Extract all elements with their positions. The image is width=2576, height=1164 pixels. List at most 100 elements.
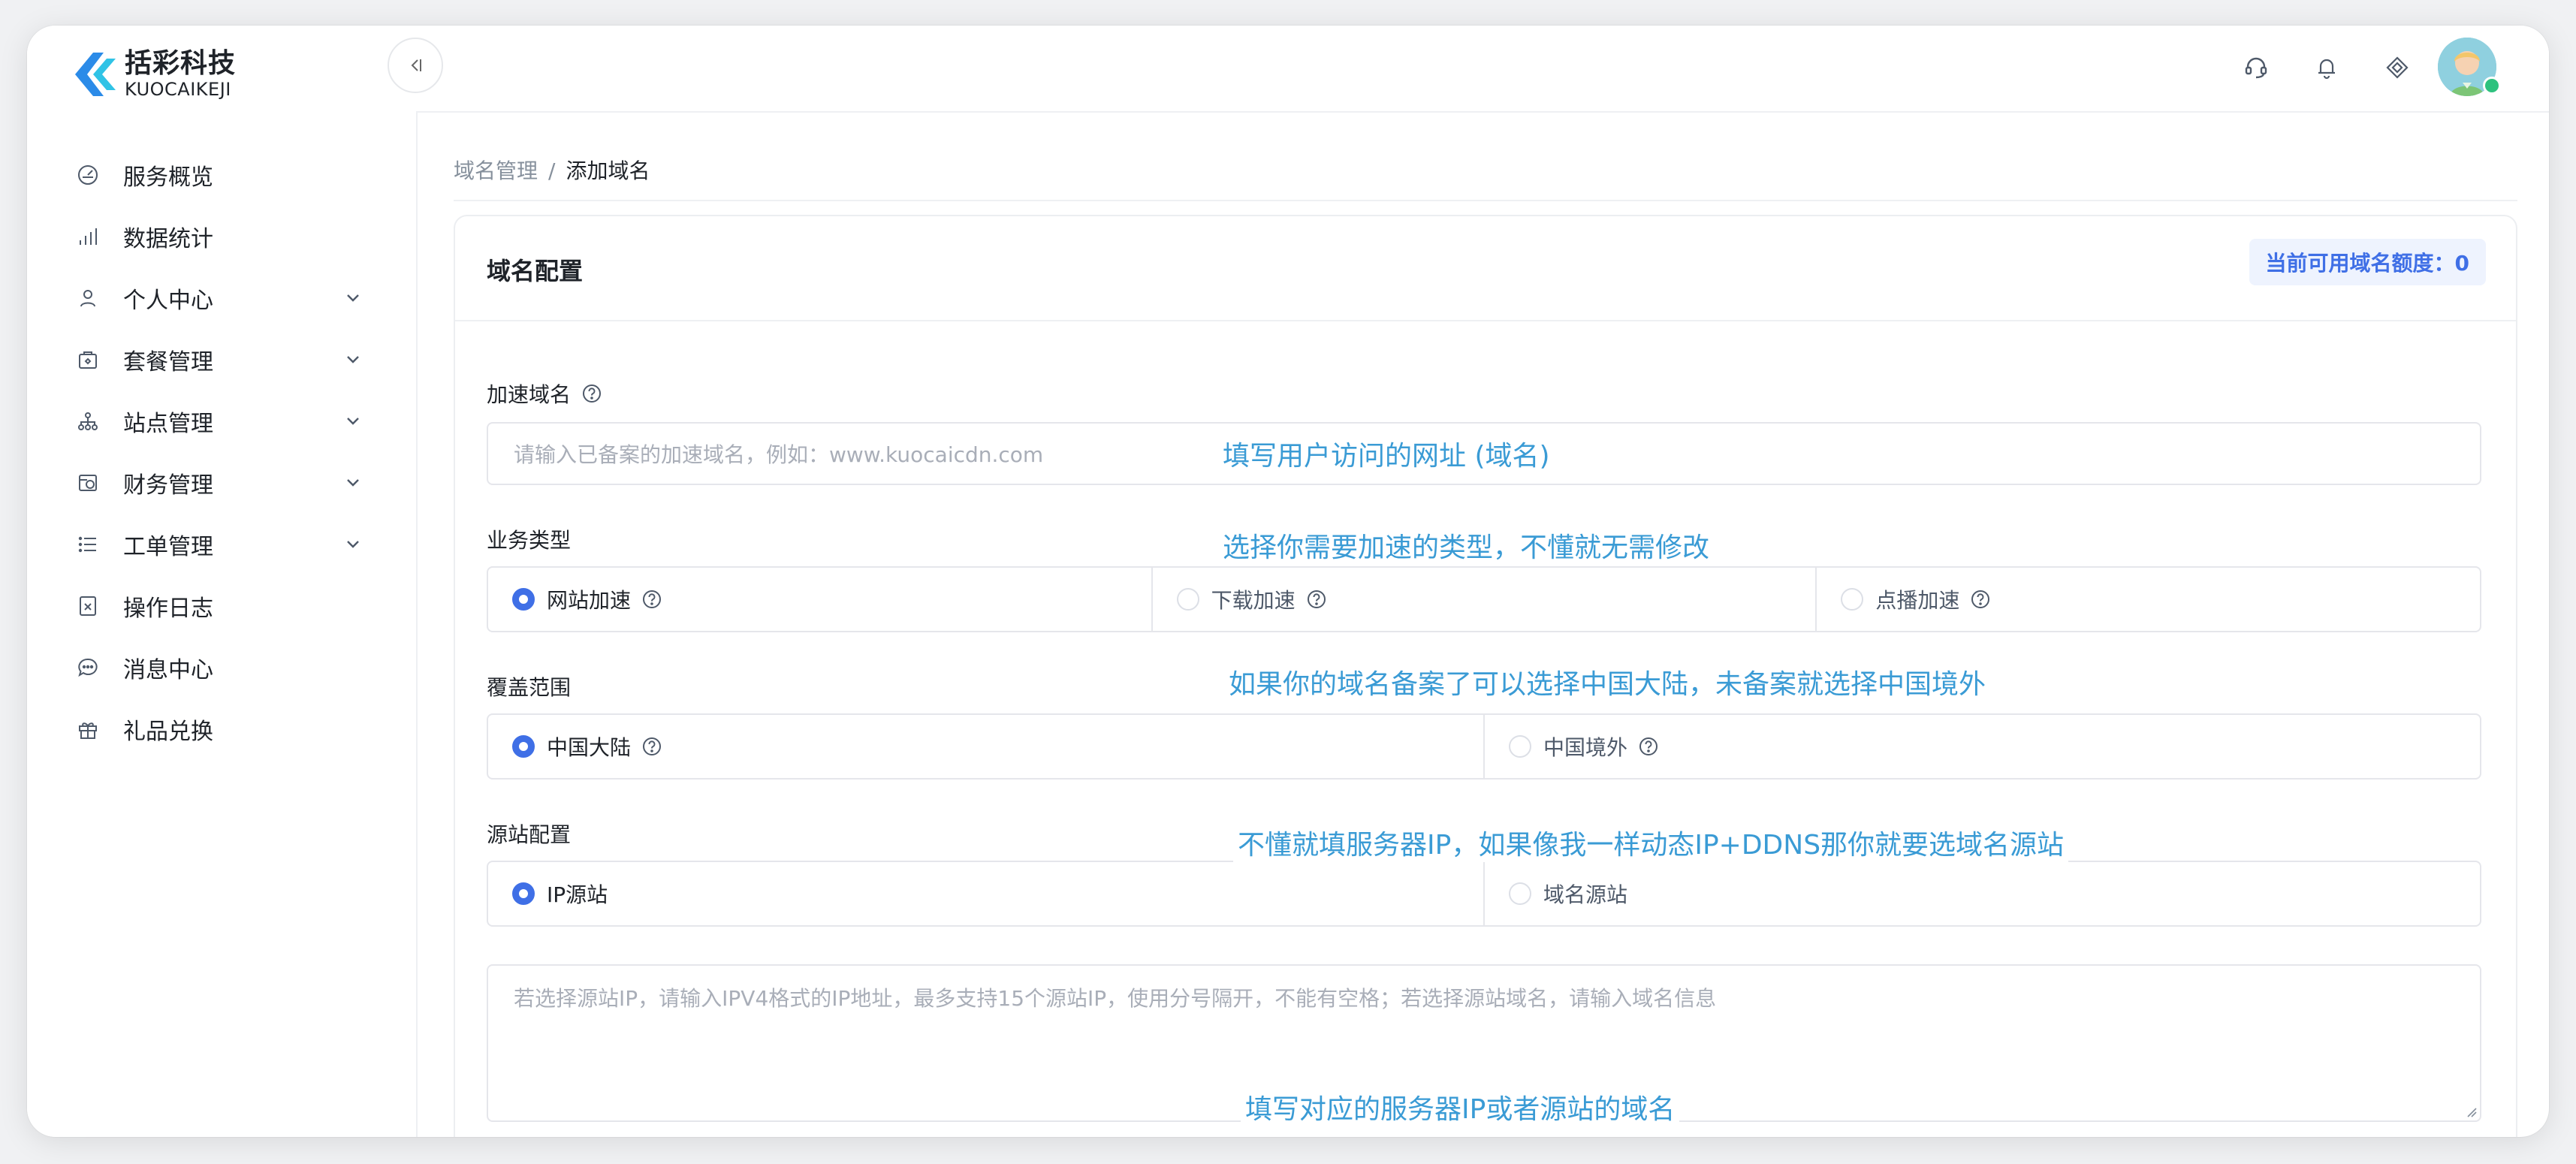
brand-name-en: KUOCAIKEJI: [125, 79, 231, 100]
sidebar-item-packages[interactable]: 套餐管理: [27, 329, 416, 391]
radio-vod-acceleration[interactable]: 点播加速: [1817, 568, 2480, 631]
chevron-down-icon: [347, 418, 359, 425]
sidebar-item-label: 个人中心: [123, 288, 213, 314]
breadcrumb: 域名管理 / 添加域名: [454, 155, 650, 185]
field-label-text: 加速域名: [487, 382, 572, 407]
sidebar-item-label: 操作日志: [123, 596, 213, 622]
support-icon[interactable]: [2241, 53, 2271, 83]
chevron-down-icon: [347, 356, 359, 363]
radio-selected-dot: [512, 735, 535, 758]
domain-config-card: 域名配置 当前可用域名额度：0 加速域名 请输入已备案的加速域名，例如：www.…: [454, 215, 2517, 1137]
radio-label: 中国境外: [1543, 735, 1628, 760]
field-label-text: 业务类型: [487, 528, 572, 553]
breadcrumb-parent[interactable]: 域名管理: [454, 158, 538, 183]
origin-radio-group: IP源站 域名源站: [487, 861, 2481, 927]
radio-unselected-dot: [1509, 882, 1531, 905]
sidebar-item-profile[interactable]: 个人中心: [27, 267, 416, 329]
chevron-down-icon: [347, 294, 359, 302]
message-icon: [75, 655, 101, 680]
gift-icon: [75, 716, 101, 742]
sidebar-item-label: 数据统计: [123, 226, 213, 252]
radio-unselected-dot: [1176, 588, 1199, 611]
sidebar-item-label: 财务管理: [123, 472, 213, 499]
brand-logo[interactable]: 括彩科技 KUOCAIKEJI: [68, 41, 236, 108]
help-icon[interactable]: [641, 736, 662, 757]
sidebar-item-logs[interactable]: 操作日志: [27, 575, 416, 637]
resize-handle-icon[interactable]: [2465, 1105, 2477, 1117]
radio-unselected-dot: [1841, 588, 1864, 611]
origin-config-label: 源站配置: [487, 819, 571, 849]
radio-label: 点播加速: [1875, 588, 1960, 613]
sidebar-menu: 服务概览 数据统计 个人中心 套餐管理 站点管理 财务管理 工单管理 操作日志 …: [27, 144, 416, 760]
package-icon: [75, 347, 101, 372]
sidebar-item-gifts[interactable]: 礼品兑换: [27, 698, 416, 760]
brand-name-cn: 括彩科技: [125, 48, 237, 79]
help-icon[interactable]: [581, 383, 602, 404]
radio-website-acceleration[interactable]: 网站加速: [488, 568, 1153, 631]
business-type-radio-group: 网站加速 下载加速 点播加速: [487, 566, 2481, 632]
sidebar-item-label: 站点管理: [123, 411, 213, 437]
radio-label: 中国大陆: [547, 735, 632, 760]
sidebar-item-tickets[interactable]: 工单管理: [27, 514, 416, 575]
sidebar-item-messages[interactable]: 消息中心: [27, 637, 416, 698]
logo-mark-icon: [75, 53, 116, 96]
quota-badge: 当前可用域名额度：0: [2249, 239, 2486, 285]
app-window: 括彩科技 KUOCAIKEJI 服务概览 数据统计 个人中心 套餐管理 站点管理…: [27, 26, 2549, 1137]
sidebar-item-label: 礼品兑换: [123, 719, 213, 745]
radio-label: 下载加速: [1211, 588, 1296, 613]
breadcrumb-separator: /: [548, 158, 556, 183]
list-icon: [75, 532, 101, 557]
sidebar-item-overview[interactable]: 服务概览: [27, 144, 416, 206]
annotation-origin-address: 填写对应的服务器IP或者源站的域名: [1241, 1087, 1680, 1126]
sidebar-item-label: 工单管理: [123, 534, 213, 560]
radio-outside-china[interactable]: 中国境外: [1485, 715, 2480, 778]
coverage-radio-group: 中国大陆 中国境外: [487, 713, 2481, 780]
help-icon[interactable]: [641, 589, 662, 610]
sidebar-collapse-button[interactable]: [388, 38, 443, 93]
breadcrumb-divider: [454, 200, 2517, 201]
card-divider: [455, 320, 2516, 321]
breadcrumb-current: 添加域名: [566, 158, 650, 183]
radio-ip-origin[interactable]: IP源站: [488, 862, 1485, 925]
log-icon: [75, 593, 101, 619]
annotation-business-type: 选择你需要加速的类型，不懂就无需修改: [1218, 526, 1715, 565]
annotation-origin: 不懂就填服务器IP，如果像我一样动态IP+DDNS那你就要选域名源站: [1233, 823, 2069, 862]
diamond-icon[interactable]: [2382, 53, 2412, 83]
business-type-label: 业务类型: [487, 524, 571, 554]
radio-label: IP源站: [547, 882, 608, 907]
finance-icon: [75, 470, 101, 496]
bell-icon[interactable]: [2312, 53, 2342, 83]
sidebar: 括彩科技 KUOCAIKEJI 服务概览 数据统计 个人中心 套餐管理 站点管理…: [27, 26, 418, 1137]
chevron-down-icon: [347, 541, 359, 548]
chevron-down-icon: [347, 479, 359, 487]
collapse-left-icon: [411, 59, 421, 71]
sidebar-item-sites[interactable]: 站点管理: [27, 391, 416, 452]
sitemap-icon: [75, 409, 101, 434]
sidebar-item-label: 消息中心: [123, 657, 213, 683]
radio-unselected-dot: [1509, 735, 1531, 758]
bar-chart-icon: [75, 224, 101, 249]
radio-download-acceleration[interactable]: 下载加速: [1153, 568, 1817, 631]
user-icon: [75, 285, 101, 311]
online-status-dot: [2483, 77, 2501, 95]
help-icon[interactable]: [1306, 589, 1327, 610]
sidebar-item-statistics[interactable]: 数据统计: [27, 206, 416, 267]
coverage-label: 覆盖范围: [487, 671, 571, 701]
annotation-coverage: 如果你的域名备案了可以选择中国大陆，未备案就选择中国境外: [1224, 662, 1991, 701]
annotation-domain: 填写用户访问的网址 (域名): [1218, 434, 1555, 473]
radio-mainland-china[interactable]: 中国大陆: [488, 715, 1485, 778]
help-icon[interactable]: [1638, 736, 1659, 757]
help-icon[interactable]: [1970, 589, 1991, 610]
field-label-text: 源站配置: [487, 822, 572, 847]
domain-input-placeholder: 请输入已备案的加速域名，例如：www.kuocaicdn.com: [514, 442, 1044, 467]
radio-label: 域名源站: [1543, 882, 1628, 907]
radio-domain-origin[interactable]: 域名源站: [1485, 862, 2480, 925]
sidebar-item-label: 套餐管理: [123, 349, 213, 375]
sidebar-item-finance[interactable]: 财务管理: [27, 452, 416, 514]
radio-selected-dot: [512, 588, 535, 611]
textarea-placeholder: 若选择源站IP，请输入IPV4格式的IP地址，最多支持15个源站IP，使用分号隔…: [514, 986, 1717, 1011]
radio-selected-dot: [512, 882, 535, 905]
top-header: [416, 26, 2549, 113]
radio-label: 网站加速: [547, 588, 632, 613]
field-label-text: 覆盖范围: [487, 675, 572, 700]
